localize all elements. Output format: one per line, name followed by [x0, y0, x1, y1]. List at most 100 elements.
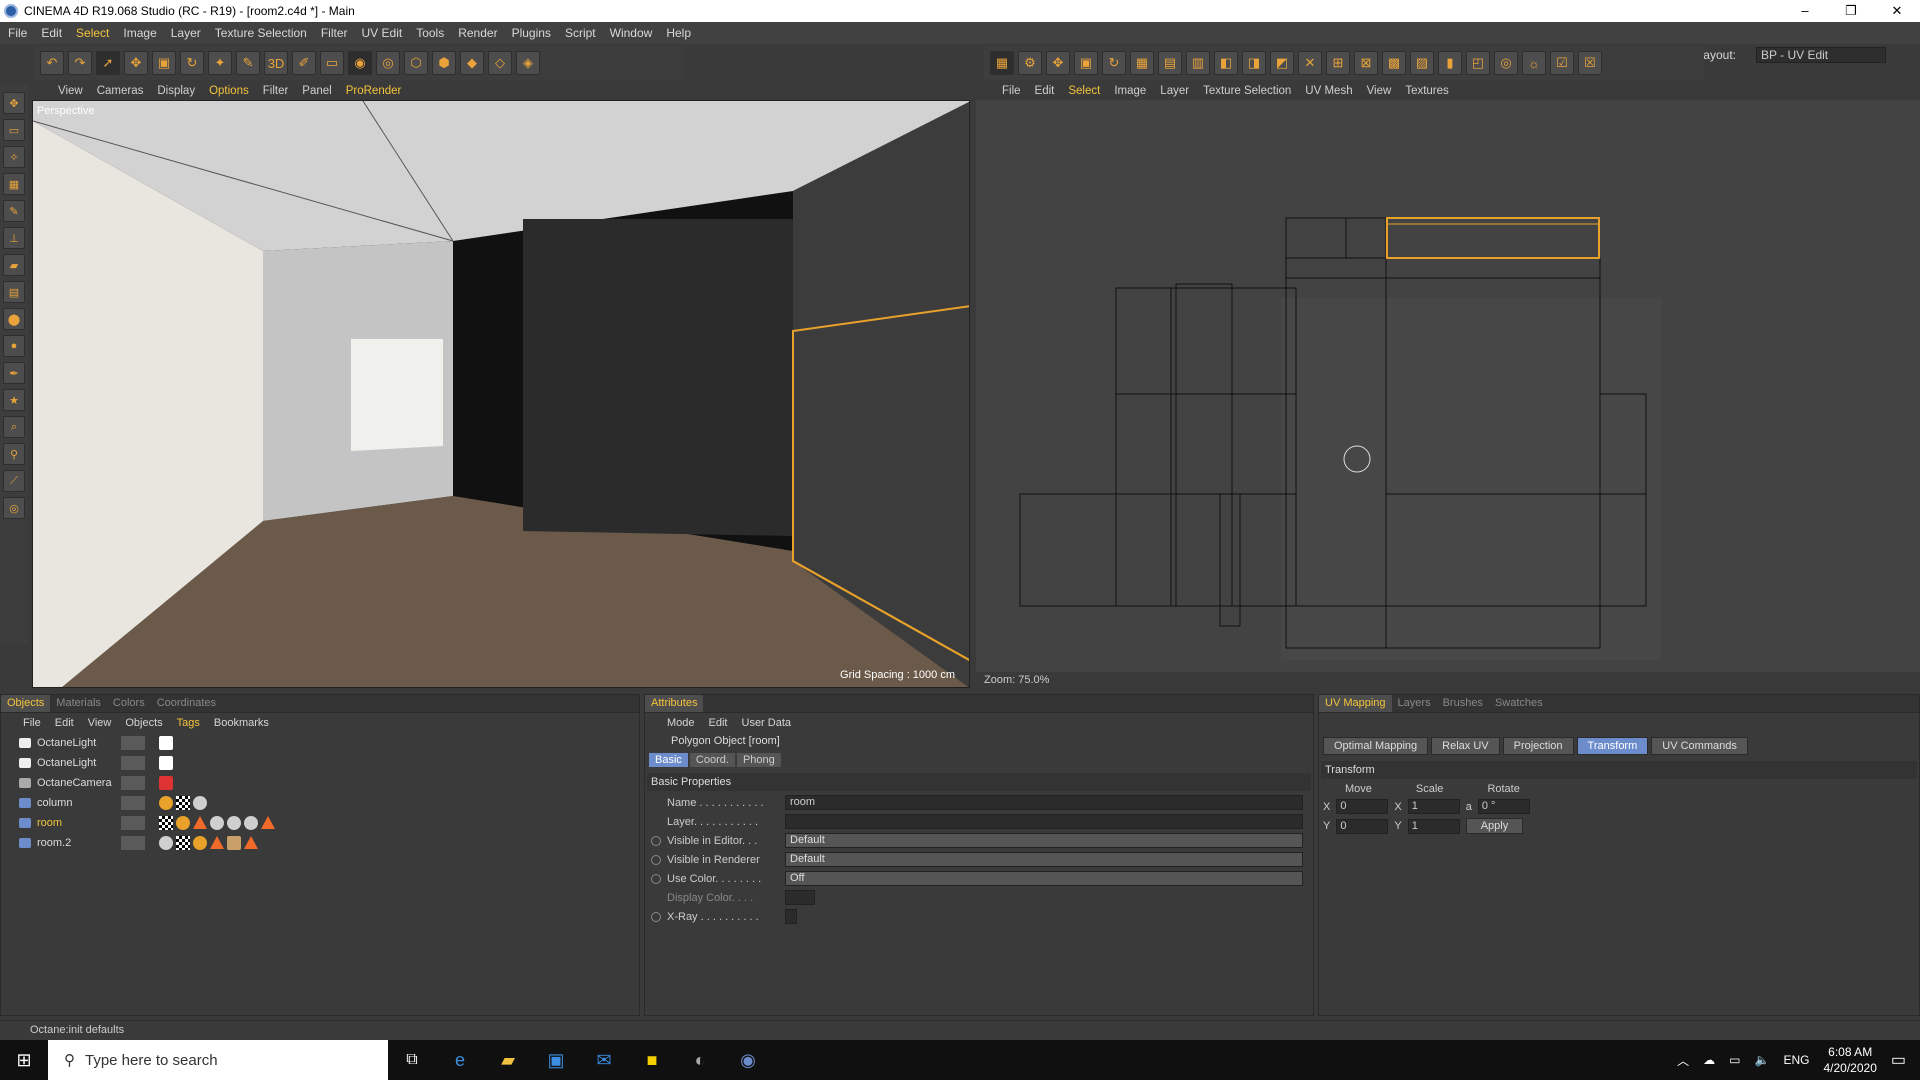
network-icon[interactable]: ▭ — [1729, 1053, 1740, 1067]
gradient-icon[interactable]: ▤ — [3, 281, 25, 303]
uv-sun-icon[interactable]: ☼ — [1522, 51, 1546, 75]
checker-tool-icon[interactable]: ▦ — [3, 173, 25, 195]
eraser-icon[interactable]: ▰ — [3, 254, 25, 276]
vp-menu-display[interactable]: Display — [157, 85, 195, 97]
uv-columns-icon[interactable]: ▮ — [1438, 51, 1462, 75]
attr-menu-mode[interactable]: Mode — [667, 717, 695, 729]
transform-button[interactable]: Transform — [1576, 737, 1649, 755]
uv-lock-icon[interactable]: ◰ — [1466, 51, 1490, 75]
uvw-tag-icon[interactable] — [176, 836, 190, 850]
uvw-tag-icon[interactable] — [176, 796, 190, 810]
rect-select-icon[interactable]: ▭ — [3, 119, 25, 141]
visibility-flags[interactable] — [121, 796, 145, 810]
3d-paint-icon[interactable]: 3D — [264, 51, 288, 75]
uvw-tag-icon[interactable] — [159, 816, 173, 830]
uv-target-icon[interactable]: ◎ — [1494, 51, 1518, 75]
scale-y-field[interactable]: 1 — [1407, 818, 1460, 834]
uv-snap-icon[interactable]: ⊠ — [1354, 51, 1378, 75]
animate-radio[interactable] — [651, 911, 661, 922]
uv-frame-icon[interactable]: ▥ — [1186, 51, 1210, 75]
perspective-viewport[interactable]: Perspective Grid Spacing : 1000 cm — [32, 100, 970, 688]
name-field[interactable]: room — [785, 795, 1303, 810]
language-indicator[interactable]: ENG — [1783, 1053, 1809, 1067]
kakaotalk-icon[interactable]: ■ — [628, 1050, 676, 1071]
octane-light-tag-icon[interactable] — [159, 756, 173, 770]
polygons-mode-icon[interactable]: ◆ — [460, 51, 484, 75]
obj-menu-edit[interactable]: Edit — [55, 717, 74, 729]
polygon-selection-tag-icon[interactable] — [210, 836, 224, 849]
undo-icon[interactable]: ↶ — [40, 51, 64, 75]
magic-wand-icon[interactable]: ✧ — [3, 146, 25, 168]
projection-button[interactable]: Projection — [1502, 737, 1574, 755]
star-icon[interactable]: ★ — [3, 389, 25, 411]
eyedropper-icon[interactable]: ⌕ — [3, 416, 25, 438]
uv-menu-layer[interactable]: Layer — [1160, 85, 1189, 97]
vp-menu-cameras[interactable]: Cameras — [97, 85, 144, 97]
object-row-octanelight-2[interactable]: OctaneLight — [1, 753, 639, 773]
scale-icon[interactable]: ▣ — [152, 51, 176, 75]
polygon-selection-tag-icon[interactable] — [261, 816, 275, 829]
uv-menu-edit[interactable]: Edit — [1035, 85, 1055, 97]
selection-tag-icon[interactable] — [193, 836, 207, 850]
uv-menu-file[interactable]: File — [1002, 85, 1021, 97]
menu-window[interactable]: Window — [610, 26, 653, 40]
uv-editor-canvas[interactable] — [976, 100, 1920, 672]
menu-script[interactable]: Script — [565, 26, 596, 40]
layer-icon[interactable]: ▭ — [320, 51, 344, 75]
attr-menu-user-data[interactable]: User Data — [742, 717, 792, 729]
selection-tag-icon[interactable] — [159, 796, 173, 810]
material-tag-icon[interactable] — [227, 816, 241, 830]
octane-camera-tag-icon[interactable] — [159, 776, 173, 790]
blur-icon[interactable]: ● — [3, 335, 25, 357]
use-color-dropdown[interactable]: Off — [785, 871, 1303, 886]
polygon-selection-tag-icon[interactable] — [244, 836, 258, 849]
uv-grid-icon[interactable]: ▦ — [1130, 51, 1154, 75]
vp-menu-prorender[interactable]: ProRender — [346, 85, 402, 97]
uv-rotate-icon[interactable]: ↻ — [1102, 51, 1126, 75]
menu-file[interactable]: File — [8, 26, 27, 40]
visibility-flags[interactable] — [121, 776, 145, 790]
notification-icon[interactable]: ▭ — [1891, 1050, 1906, 1070]
obj-menu-objects[interactable]: Objects — [125, 717, 162, 729]
windows-start-icon[interactable]: ⊞ — [0, 1050, 48, 1071]
uv-check-icon[interactable]: ☑ — [1550, 51, 1574, 75]
tab-uv-mapping[interactable]: UV Mapping — [1319, 695, 1392, 712]
brush-icon[interactable]: ✎ — [236, 51, 260, 75]
texture-view-icon[interactable]: ◉ — [348, 51, 372, 75]
attr-tab-basic[interactable]: Basic — [649, 753, 688, 767]
uv-menu-textures[interactable]: Textures — [1405, 85, 1448, 97]
visibility-flags[interactable] — [121, 816, 145, 830]
object-row-octanelight-1[interactable]: OctaneLight — [1, 733, 639, 753]
visible-renderer-dropdown[interactable]: Default — [785, 852, 1303, 867]
material-tag-icon[interactable] — [193, 796, 207, 810]
tab-attributes[interactable]: Attributes — [645, 695, 704, 712]
menu-select[interactable]: Select — [76, 26, 109, 40]
pen-icon[interactable]: ✒ — [3, 362, 25, 384]
octane-light-tag-icon[interactable] — [159, 736, 173, 750]
attr-tab-coord[interactable]: Coord. — [689, 753, 735, 767]
stamp-icon[interactable]: ⊥ — [3, 227, 25, 249]
vp-menu-filter[interactable]: Filter — [263, 85, 289, 97]
projection-paint-icon[interactable]: ✐ — [292, 51, 316, 75]
obj-menu-view[interactable]: View — [88, 717, 112, 729]
tab-objects[interactable]: Objects — [1, 695, 51, 712]
uv-cross-icon[interactable]: ✕ — [1298, 51, 1322, 75]
tab-materials[interactable]: Materials — [50, 695, 107, 712]
scale-x-field[interactable]: 1 — [1407, 799, 1460, 814]
material-tag-icon[interactable] — [244, 816, 258, 830]
layout-select[interactable]: BP - UV Edit — [1756, 47, 1886, 63]
uv-settings-icon[interactable]: ⚙ — [1018, 51, 1042, 75]
tab-brushes[interactable]: Brushes — [1437, 695, 1489, 712]
object-row-room[interactable]: room — [1, 813, 639, 833]
uv-polygons-icon[interactable]: ◈ — [516, 51, 540, 75]
uv-mirror-u-icon[interactable]: ◧ — [1214, 51, 1238, 75]
vp-menu-options[interactable]: Options — [209, 85, 249, 97]
live-selection-icon[interactable]: ➚ — [96, 51, 120, 75]
relax-uv-button[interactable]: Relax UV — [1431, 737, 1500, 755]
store-icon[interactable]: ▣ — [532, 1050, 580, 1071]
uv-scale-icon[interactable]: ▣ — [1074, 51, 1098, 75]
uv-commands-button[interactable]: UV Commands — [1651, 737, 1748, 755]
tab-swatches[interactable]: Swatches — [1489, 695, 1549, 712]
selection-tag-icon[interactable] — [176, 816, 190, 830]
uv-menu-image[interactable]: Image — [1114, 85, 1146, 97]
